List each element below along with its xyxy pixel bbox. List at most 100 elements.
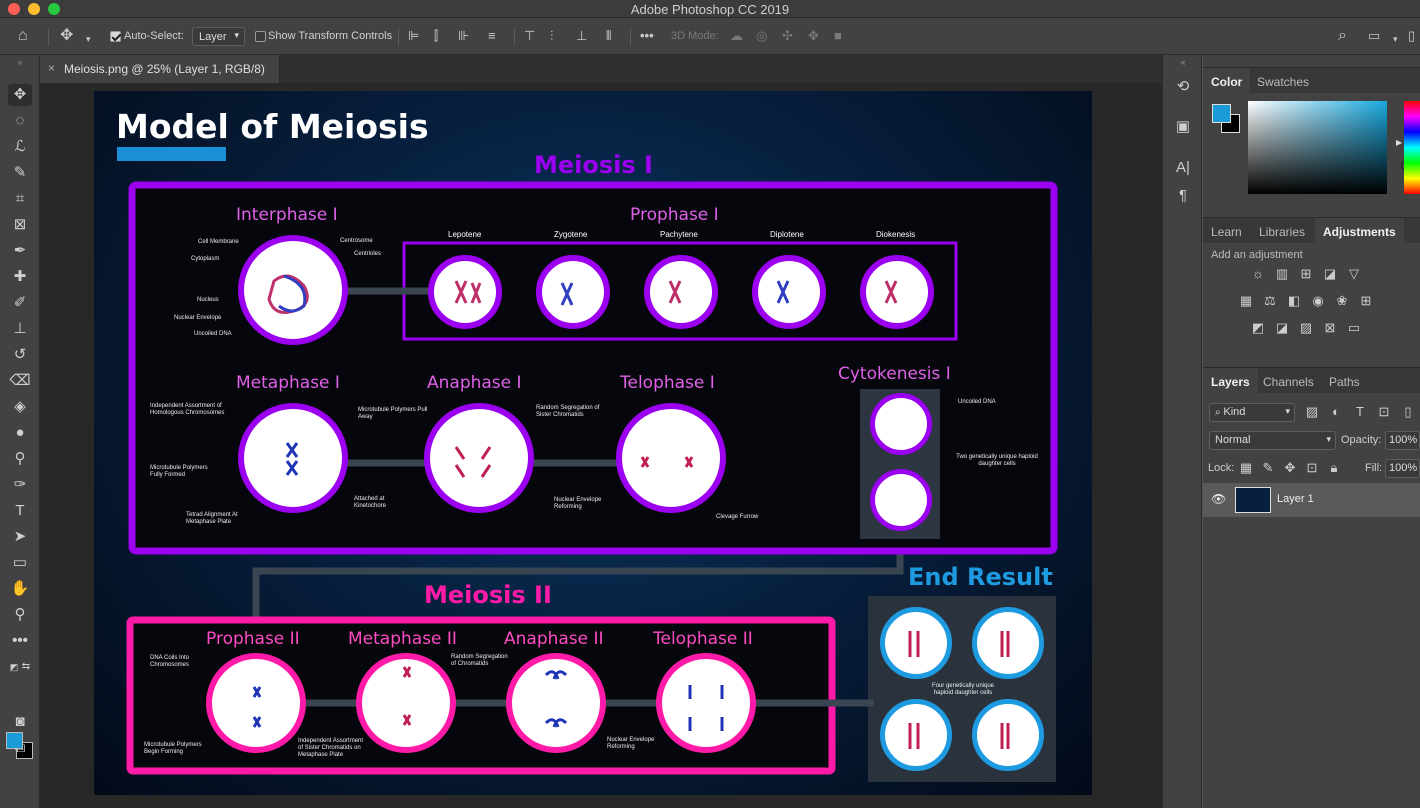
eraser-tool-icon[interactable]: ⌫: [8, 370, 32, 392]
pen-tool-icon[interactable]: ✑: [8, 474, 32, 496]
quick-select-tool-icon[interactable]: ✎: [8, 162, 32, 184]
healing-tool-icon[interactable]: ✚: [8, 266, 32, 288]
tab-channels[interactable]: Channels: [1255, 368, 1322, 394]
history-brush-tool-icon[interactable]: ↺: [8, 344, 32, 366]
character-icon[interactable]: A|: [1171, 159, 1195, 181]
foreground-color-swatch[interactable]: [6, 732, 23, 749]
hue-saturation-icon[interactable]: ▦: [1237, 293, 1255, 309]
3d-slide-icon[interactable]: ✥: [808, 27, 819, 45]
curves-icon[interactable]: ⊞: [1297, 266, 1315, 282]
dodge-tool-icon[interactable]: ⚲: [8, 448, 32, 470]
photo-filter-icon[interactable]: ◉: [1309, 293, 1327, 309]
visibility-eye-icon[interactable]: 👁︎: [1211, 492, 1226, 506]
color-picker-field[interactable]: [1248, 101, 1412, 194]
tab-libraries[interactable]: Libraries: [1251, 218, 1313, 244]
hand-tool-icon[interactable]: ✋: [8, 578, 32, 600]
3d-orbit-icon[interactable]: ☁: [730, 27, 743, 45]
layer-kind-filter[interactable]: ⌕ Kind ▾: [1209, 403, 1295, 422]
auto-select-checkbox[interactable]: [110, 31, 121, 42]
show-transform-checkbox[interactable]: [255, 31, 266, 42]
opacity-field[interactable]: 100%: [1385, 431, 1420, 450]
3d-scale-icon[interactable]: ■: [834, 27, 842, 45]
invert-icon[interactable]: ◩: [1249, 320, 1267, 336]
blend-mode-dropdown[interactable]: Normal ▾: [1209, 431, 1336, 450]
lock-all-icon[interactable]: 🔒︎: [1325, 460, 1343, 476]
3d-pan-icon[interactable]: ✣: [782, 27, 793, 45]
layer-row[interactable]: 👁︎ Layer 1: [1203, 483, 1420, 517]
exposure-icon[interactable]: ◪: [1321, 266, 1339, 282]
posterize-icon[interactable]: ◪: [1273, 320, 1291, 336]
edit-toolbar-icon[interactable]: •••: [8, 630, 32, 652]
vibrance-icon[interactable]: ▽: [1345, 266, 1363, 282]
brightness-icon[interactable]: ☼: [1249, 266, 1267, 281]
filter-adjustment-icon[interactable]: ◐: [1327, 404, 1345, 419]
canvas-area[interactable]: Model of Meiosis Meiosis I Meiosis II En…: [40, 83, 1162, 808]
search-icon[interactable]: ⌕: [1338, 27, 1347, 45]
lock-artboard-icon[interactable]: ⊡: [1303, 460, 1321, 476]
black-white-icon[interactable]: ◧: [1285, 293, 1303, 309]
lasso-tool-icon[interactable]: ℒ: [8, 136, 32, 158]
collapse-icon[interactable]: »: [8, 52, 32, 74]
align-right-icon[interactable]: ⊪: [458, 27, 469, 45]
blur-tool-icon[interactable]: ●: [8, 422, 32, 444]
lock-image-icon[interactable]: ✎: [1259, 460, 1277, 476]
marquee-tool-icon[interactable]: ◌: [8, 110, 32, 132]
tab-learn[interactable]: Learn: [1203, 218, 1250, 244]
3d-roll-icon[interactable]: ◎: [756, 27, 767, 45]
eyedropper-tool-icon[interactable]: ✒: [8, 240, 32, 262]
move-tool-preset-icon[interactable]: ✥: [60, 27, 73, 45]
tab-layers[interactable]: Layers: [1203, 368, 1258, 394]
paint-bucket-tool-icon[interactable]: ◈: [8, 396, 32, 418]
filter-type-icon[interactable]: T: [1351, 404, 1369, 419]
quick-mask-icon[interactable]: ◙: [8, 711, 32, 733]
home-icon[interactable]: ⌂: [18, 27, 28, 45]
stamp-tool-icon[interactable]: ⊥: [8, 318, 32, 340]
document-tab[interactable]: × Meiosis.png @ 25% (Layer 1, RGB/8): [40, 55, 280, 83]
filter-shape-icon[interactable]: ⊡: [1375, 404, 1393, 420]
align-bottom-icon[interactable]: ⊥: [576, 27, 587, 45]
brush-tool-icon[interactable]: ✐: [8, 292, 32, 314]
workspace-icon[interactable]: ▭: [1368, 27, 1380, 45]
history-icon[interactable]: ⟲: [1171, 77, 1195, 99]
frame-tool-icon[interactable]: ⊠: [8, 214, 32, 236]
color-lookup-icon[interactable]: ⊞: [1357, 293, 1375, 309]
filter-pixel-icon[interactable]: ▨: [1303, 404, 1321, 420]
chevron-down-icon[interactable]: ▾: [1393, 30, 1398, 48]
align-top-icon[interactable]: ⊤: [524, 27, 535, 45]
path-select-tool-icon[interactable]: ➤: [8, 526, 32, 548]
paragraph-icon[interactable]: ¶: [1171, 187, 1195, 209]
align-center-icon[interactable]: ⫿: [434, 27, 438, 45]
hue-slider-arrow-icon[interactable]: ▶: [1396, 138, 1402, 147]
collapse-icon[interactable]: «: [1171, 57, 1195, 79]
distribute-vertical-icon[interactable]: ⫴: [606, 27, 611, 45]
lock-position-icon[interactable]: ✥: [1281, 460, 1299, 476]
selective-color-icon[interactable]: ⊠: [1321, 320, 1339, 336]
foreground-color-swatch[interactable]: [1212, 104, 1231, 123]
tab-swatches[interactable]: Swatches: [1249, 68, 1317, 94]
fill-field[interactable]: 100%: [1385, 459, 1420, 478]
distribute-icon[interactable]: ≡: [488, 27, 496, 45]
tab-color[interactable]: Color: [1203, 68, 1251, 94]
align-middle-icon[interactable]: ⫶: [550, 27, 553, 45]
threshold-icon[interactable]: ▨: [1297, 320, 1315, 336]
align-left-icon[interactable]: ⊫: [408, 27, 419, 45]
gradient-map-icon[interactable]: ▭: [1345, 320, 1363, 336]
close-icon[interactable]: ×: [48, 61, 55, 75]
tab-adjustments[interactable]: Adjustments: [1315, 218, 1404, 244]
chevron-down-icon[interactable]: ▾: [86, 30, 91, 48]
more-options-icon[interactable]: •••: [640, 27, 654, 45]
filter-smart-object-icon[interactable]: ▯: [1399, 404, 1417, 420]
lock-transparent-icon[interactable]: ▦: [1237, 460, 1255, 476]
type-tool-icon[interactable]: T: [8, 500, 32, 522]
auto-select-dropdown[interactable]: Layer ▾: [192, 27, 245, 46]
rectangle-tool-icon[interactable]: ▭: [8, 552, 32, 574]
levels-icon[interactable]: ▥: [1273, 266, 1291, 282]
crop-tool-icon[interactable]: ⌗: [8, 188, 32, 210]
zoom-tool-icon[interactable]: ⚲: [8, 604, 32, 626]
tab-paths[interactable]: Paths: [1321, 368, 1368, 394]
document-canvas[interactable]: Model of Meiosis Meiosis I Meiosis II En…: [94, 91, 1092, 795]
libraries-icon[interactable]: ▣: [1171, 117, 1195, 139]
move-tool-icon[interactable]: ✥: [8, 84, 32, 106]
swap-colors-icon[interactable]: ⇆: [14, 656, 38, 678]
hue-slider[interactable]: [1404, 101, 1420, 194]
